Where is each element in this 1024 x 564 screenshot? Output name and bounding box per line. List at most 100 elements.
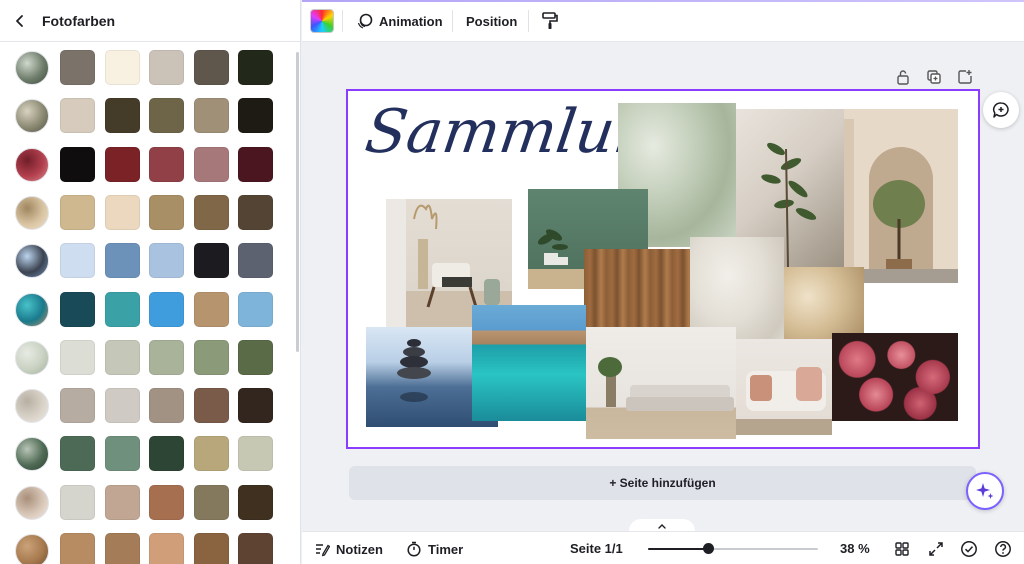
color-swatch[interactable]: [60, 484, 95, 520]
photo-thumbnail[interactable]: [15, 389, 49, 424]
armchair-pillows-image[interactable]: [736, 339, 832, 435]
color-swatch[interactable]: [194, 484, 229, 520]
photo-thumbnail[interactable]: [15, 99, 49, 134]
photo-thumbnail[interactable]: [15, 437, 49, 472]
color-swatch[interactable]: [238, 194, 273, 230]
photo-thumbnail[interactable]: [15, 147, 49, 182]
color-swatch[interactable]: [60, 533, 95, 564]
color-swatch[interactable]: [194, 388, 229, 424]
color-swatch[interactable]: [238, 98, 273, 134]
color-swatch[interactable]: [194, 436, 229, 472]
design-page[interactable]: Sammlung: [346, 89, 980, 449]
color-swatch[interactable]: [149, 98, 184, 134]
color-swatch[interactable]: [149, 194, 184, 230]
color-swatch[interactable]: [105, 388, 140, 424]
color-swatch[interactable]: [238, 484, 273, 520]
color-swatch[interactable]: [149, 339, 184, 375]
color-swatch[interactable]: [238, 243, 273, 279]
color-swatch[interactable]: [238, 436, 273, 472]
color-swatch[interactable]: [238, 388, 273, 424]
color-swatch[interactable]: [60, 50, 95, 85]
notes-button[interactable]: Notizen: [314, 539, 383, 559]
position-button[interactable]: Position: [462, 8, 521, 34]
zoom-slider[interactable]: [648, 548, 818, 550]
color-swatch[interactable]: [238, 291, 273, 327]
magic-assistant-button[interactable]: [966, 472, 1004, 510]
color-swatch[interactable]: [194, 243, 229, 279]
photo-thumbnail[interactable]: [15, 485, 49, 520]
color-swatch[interactable]: [238, 533, 273, 564]
color-swatch[interactable]: [194, 146, 229, 182]
page-indicator[interactable]: Seite 1/1: [570, 541, 623, 556]
color-swatch[interactable]: [60, 339, 95, 375]
color-swatch[interactable]: [105, 436, 140, 472]
panel-scrollbar[interactable]: [296, 52, 299, 352]
color-swatch[interactable]: [105, 291, 140, 327]
color-swatch[interactable]: [194, 291, 229, 327]
color-swatch[interactable]: [149, 243, 184, 279]
comment-button[interactable]: [983, 92, 1019, 128]
lock-page-button[interactable]: [894, 68, 912, 86]
color-swatch[interactable]: [105, 146, 140, 182]
check-button[interactable]: [958, 538, 980, 560]
zoom-slider-handle[interactable]: [702, 543, 714, 554]
photo-thumbnail[interactable]: [15, 340, 49, 375]
copy-style-button[interactable]: [538, 9, 562, 33]
color-swatch[interactable]: [60, 291, 95, 327]
color-swatch[interactable]: [105, 50, 140, 85]
photo-thumbnail[interactable]: [15, 534, 49, 564]
swatch-row: [0, 238, 300, 286]
position-label: Position: [466, 13, 518, 29]
color-swatch[interactable]: [60, 388, 95, 424]
color-button[interactable]: [310, 9, 334, 33]
grid-view-icon: [895, 542, 909, 556]
photo-thumbnail[interactable]: [15, 244, 49, 279]
color-swatch[interactable]: [194, 50, 229, 85]
color-swatch[interactable]: [105, 243, 140, 279]
color-swatch[interactable]: [194, 533, 229, 564]
timer-button[interactable]: Timer: [406, 539, 463, 559]
zoom-value[interactable]: 38 %: [840, 541, 870, 556]
color-swatch[interactable]: [105, 533, 140, 564]
color-swatch[interactable]: [60, 146, 95, 182]
back-button[interactable]: [6, 7, 34, 35]
color-swatch[interactable]: [149, 291, 184, 327]
photo-thumbnail[interactable]: [15, 51, 49, 85]
color-swatch[interactable]: [105, 98, 140, 134]
color-swatch[interactable]: [238, 339, 273, 375]
color-swatch[interactable]: [194, 194, 229, 230]
color-swatch[interactable]: [149, 146, 184, 182]
grid-view-button[interactable]: [891, 538, 913, 560]
add-page-icon-button[interactable]: [956, 68, 974, 86]
color-swatch[interactable]: [238, 146, 273, 182]
help-button[interactable]: [992, 538, 1014, 560]
color-swatch[interactable]: [149, 533, 184, 564]
color-swatch[interactable]: [60, 194, 95, 230]
wood-texture-image[interactable]: [584, 249, 690, 329]
color-swatch[interactable]: [60, 98, 95, 134]
fullscreen-button[interactable]: [925, 538, 947, 560]
photo-thumbnail[interactable]: [15, 292, 49, 327]
turquoise-sea-image[interactable]: [472, 305, 586, 421]
color-swatch[interactable]: [238, 50, 273, 85]
arch-olive-tree-image[interactable]: [844, 109, 958, 283]
color-swatch[interactable]: [194, 339, 229, 375]
color-swatch[interactable]: [105, 194, 140, 230]
color-swatch[interactable]: [149, 484, 184, 520]
animation-button[interactable]: Animation: [352, 8, 447, 34]
color-swatch[interactable]: [105, 339, 140, 375]
color-swatch[interactable]: [149, 388, 184, 424]
photo-thumbnail[interactable]: [15, 195, 49, 230]
comment-icon: [992, 102, 1009, 118]
color-swatch[interactable]: [105, 484, 140, 520]
color-swatch[interactable]: [149, 50, 184, 85]
color-swatch[interactable]: [60, 436, 95, 472]
color-swatch[interactable]: [149, 436, 184, 472]
add-page-button[interactable]: + Seite hinzufügen: [349, 466, 976, 500]
color-swatch[interactable]: [60, 243, 95, 279]
pink-flowers-image[interactable]: [832, 333, 958, 421]
dried-grass-image[interactable]: [784, 267, 864, 341]
color-swatch[interactable]: [194, 98, 229, 134]
duplicate-page-button[interactable]: [925, 68, 943, 86]
sofa-room-image[interactable]: [586, 327, 736, 439]
